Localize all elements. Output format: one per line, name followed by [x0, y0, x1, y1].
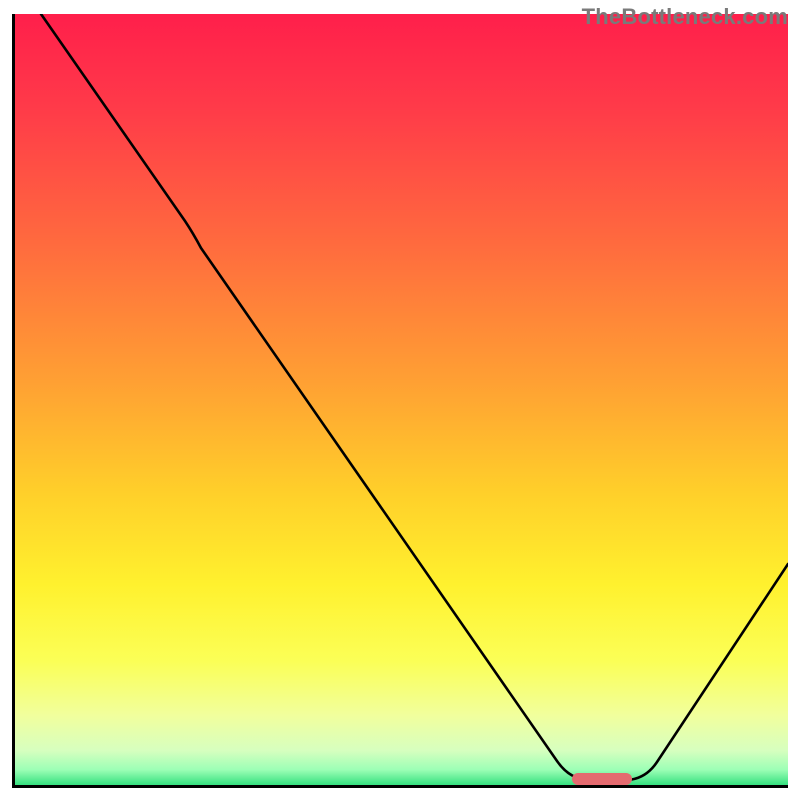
watermark-text: TheBottleneck.com [582, 4, 788, 30]
x-axis [12, 785, 788, 788]
bottleneck-plot [15, 14, 788, 785]
y-axis [12, 14, 15, 786]
gradient-background [15, 14, 788, 785]
optimal-marker [572, 773, 632, 785]
chart-frame: TheBottleneck.com [0, 0, 800, 800]
